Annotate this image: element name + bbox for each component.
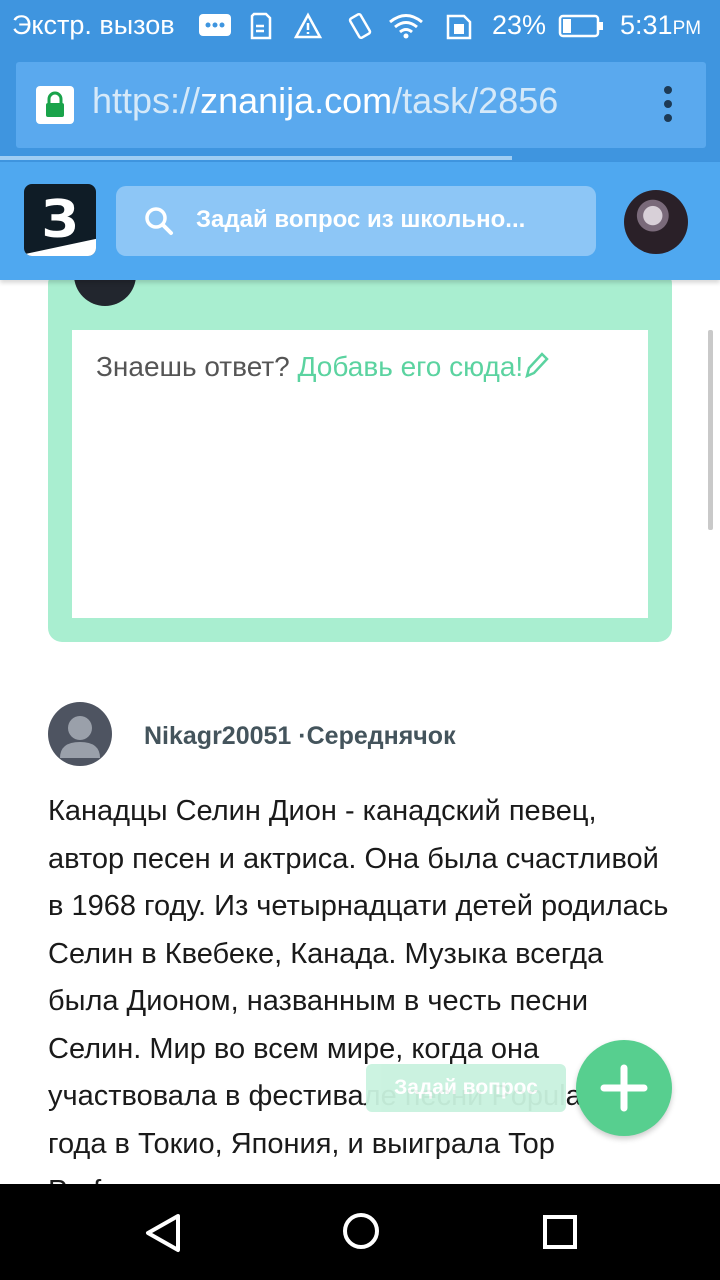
plus-icon: [600, 1064, 648, 1112]
url-text[interactable]: https://znanija.com/task/2856: [92, 80, 632, 122]
wifi-icon: [389, 14, 423, 39]
lock-icon[interactable]: [36, 86, 74, 124]
author-name[interactable]: Nikagr20051: [144, 722, 291, 750]
znanija-logo[interactable]: З: [24, 184, 96, 256]
clock-time: 5:31: [620, 10, 673, 40]
browser-toolbar: https://znanija.com/task/2856: [0, 52, 720, 162]
user-avatar[interactable]: [624, 190, 688, 254]
clock: 5:31PM: [620, 10, 701, 41]
rotate-icon: [348, 12, 372, 40]
warning-icon: [294, 12, 322, 39]
status-bar: Экстр. вызов 23% 5:31PM: [0, 0, 720, 52]
menu-icon[interactable]: [656, 82, 680, 128]
navigation-bar: [0, 1184, 720, 1280]
sim-icon: [446, 14, 472, 40]
url-scheme: https://: [92, 80, 201, 121]
app-header: З Задай вопрос из школьно...: [0, 162, 720, 280]
message-icon: [199, 14, 231, 36]
carrier-label: Экстр. вызов: [12, 10, 175, 40]
search-icon: [145, 207, 173, 235]
scrollbar[interactable]: [708, 330, 713, 530]
answer-prompt[interactable]: Знаешь ответ? Добавь его сюда!: [96, 350, 549, 383]
author-avatar[interactable]: [48, 702, 112, 766]
url-host: znanija.com: [200, 80, 393, 121]
ask-question-button[interactable]: [576, 1040, 672, 1136]
url-path: /task/2856: [392, 80, 559, 121]
answer-prompt-text: Знаешь ответ?: [96, 351, 298, 382]
recents-icon[interactable]: [540, 1212, 580, 1252]
battery-icon: [558, 14, 603, 38]
ask-question-label[interactable]: Задай вопрос: [366, 1064, 566, 1112]
user-placeholder-icon: [60, 716, 100, 758]
clock-ampm: PM: [672, 18, 702, 39]
add-answer-link[interactable]: Добавь его сюда!: [298, 351, 524, 382]
answer-text: Канадцы Селин Дион - канадский певец, ав…: [48, 795, 669, 1207]
search-bar[interactable]: Задай вопрос из школьно...: [116, 186, 596, 256]
battery-percent: 23%: [492, 10, 547, 40]
search-placeholder: Задай вопрос из школьно...: [196, 206, 526, 233]
page-load-progress: [0, 156, 512, 160]
logo-letter: З: [41, 190, 79, 250]
storage-icon: [250, 12, 272, 40]
url-bar[interactable]: https://znanija.com/task/2856: [16, 62, 706, 148]
author-rank: ·Середнячок: [298, 722, 456, 750]
author-line: Nikagr20051 ·Середнячок: [144, 722, 456, 751]
pencil-icon: [525, 352, 549, 379]
back-icon[interactable]: [142, 1212, 184, 1254]
home-icon[interactable]: [340, 1210, 382, 1252]
